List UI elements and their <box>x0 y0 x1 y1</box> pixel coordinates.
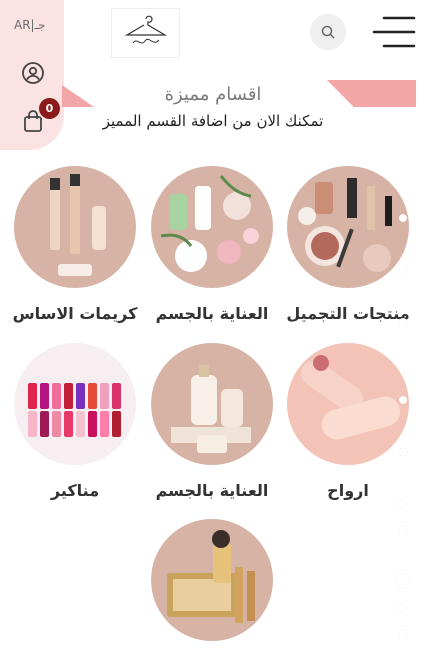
category-image <box>14 166 136 288</box>
hanger-logo-icon <box>124 15 167 44</box>
search-button[interactable] <box>310 14 346 50</box>
category-body-care-2[interactable]: العناية بالجسم <box>151 343 273 500</box>
category-body-care[interactable]: العناية بالجسم <box>151 166 273 323</box>
category-cosmetics[interactable]: منتجات التجميل <box>286 166 410 323</box>
scroll-dot <box>399 604 407 612</box>
language-switch[interactable]: AR|جـ <box>14 18 46 32</box>
search-icon <box>321 25 335 39</box>
category-image <box>14 343 136 465</box>
scroll-dot <box>399 396 407 404</box>
scroll-dot <box>399 630 407 638</box>
user-icon <box>22 62 44 84</box>
category-label: كريمات الاساس <box>12 304 138 323</box>
category-image <box>287 343 409 465</box>
category-image <box>151 519 273 641</box>
scroll-dot <box>399 214 407 222</box>
scroll-dot <box>399 318 407 326</box>
section-title: اقسام مميزة <box>164 84 262 105</box>
scroll-dot <box>399 526 407 534</box>
category-image <box>287 166 409 288</box>
category-nail-polish[interactable]: مناكير <box>14 343 136 500</box>
section-subtitle: تمكنك الان من اضافة القسم المميز <box>102 112 324 130</box>
store-logo[interactable] <box>111 8 180 58</box>
category-label: مناكير <box>50 481 100 500</box>
scroll-dot <box>399 266 407 274</box>
scroll-dot <box>396 574 410 588</box>
scroll-dot <box>399 448 407 456</box>
scroll-indicator <box>396 190 410 640</box>
category-foundation[interactable]: كريمات الاساس <box>13 166 137 323</box>
category-makeup-palette[interactable] <box>151 519 273 641</box>
category-image <box>151 166 273 288</box>
category-perfumes[interactable]: ارواح <box>287 343 409 500</box>
menu-button[interactable] <box>372 16 416 48</box>
account-button[interactable] <box>20 60 46 86</box>
category-image <box>151 343 273 465</box>
hamburger-menu-icon <box>372 16 416 48</box>
scroll-dot <box>399 500 407 508</box>
